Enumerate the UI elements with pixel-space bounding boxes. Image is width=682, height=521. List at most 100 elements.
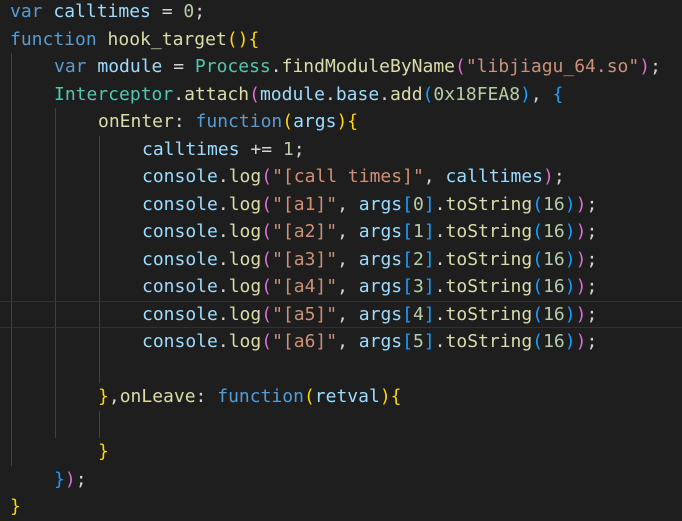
code-line-text: console.log("[a6]", args[5].toString(16)… [142, 328, 597, 356]
code-token: args [293, 111, 337, 132]
code-token: ) [575, 276, 587, 297]
code-token: , [337, 193, 359, 215]
code-token: { [347, 111, 359, 132]
code-token: "[call times]" [272, 166, 424, 187]
code-token: ; [650, 56, 661, 77]
code-token: log [228, 166, 262, 187]
code-line[interactable] [0, 411, 682, 439]
code-token: . [434, 331, 446, 352]
code-line[interactable]: },onLeave: function(retval){ [0, 383, 682, 411]
code-token: toString [445, 331, 533, 352]
code-line-text: function hook_target(){ [10, 26, 259, 54]
code-token: [ [402, 221, 413, 242]
code-token: += [239, 138, 283, 160]
code-line[interactable]: console.log("[a3]", args[2].toString(16)… [0, 246, 682, 274]
code-token: ( [532, 303, 544, 325]
code-token: [ [402, 331, 413, 352]
code-token: . [434, 221, 446, 242]
code-token: calltimes [142, 138, 240, 160]
code-token: ( [532, 276, 544, 297]
code-token: ] [423, 248, 435, 270]
code-token: . [434, 303, 446, 325]
code-token: module [259, 83, 325, 105]
code-token: ; [586, 193, 598, 215]
code-token: 3 [412, 276, 424, 297]
code-token: ) [564, 303, 576, 325]
code-token: ) [564, 221, 576, 242]
code-line[interactable]: console.log("[a4]", args[3].toString(16)… [0, 273, 682, 301]
code-token: ; [194, 1, 206, 22]
code-token: { [248, 28, 260, 50]
code-token: ] [423, 331, 435, 352]
code-token: ( [532, 193, 544, 215]
code-token: ] [423, 221, 435, 242]
code-token: () [226, 28, 249, 50]
code-token: Interceptor [54, 83, 174, 105]
code-line-text: onEnter: function(args){ [98, 108, 358, 136]
code-token: args [358, 276, 403, 297]
code-line[interactable]: calltimes += 1; [0, 136, 682, 164]
code-token: "[a1]" [272, 193, 338, 215]
code-line[interactable]: Interceptor.attach(module.base.add(0x18F… [0, 81, 682, 109]
code-line-text: var module = Process.findModuleByName("l… [54, 53, 661, 81]
code-token: , [530, 83, 553, 105]
code-token: module [97, 56, 163, 77]
code-token: 16 [543, 331, 565, 352]
code-token: args [358, 303, 403, 325]
code-token: ) [575, 331, 587, 352]
code-token: console [142, 193, 218, 215]
code-token: ) [564, 193, 576, 215]
code-token: 16 [543, 221, 565, 242]
code-token: "libjiagu_64.so" [465, 56, 640, 77]
code-token: , [337, 276, 359, 297]
code-token: toString [445, 303, 533, 325]
code-line[interactable]: } [0, 493, 682, 521]
code-line[interactable]: console.log("[a5]", args[4].toString(16)… [0, 301, 682, 329]
code-token: ) [379, 386, 391, 407]
code-token: console [142, 331, 218, 352]
code-token: ) [564, 276, 576, 297]
code-token: ( [532, 248, 544, 270]
code-token: ( [261, 276, 273, 297]
code-line[interactable]: }); [0, 466, 682, 494]
code-line[interactable]: console.log("[a1]", args[0].toString(16)… [0, 191, 682, 219]
code-token: ( [532, 221, 544, 242]
code-line[interactable]: console.log("[a6]", args[5].toString(16)… [0, 328, 682, 356]
code-token: calltimes [53, 1, 151, 22]
code-editor[interactable]: var calltimes = 0; function hook_target()… [0, 0, 682, 517]
code-token: console [142, 276, 218, 297]
code-token: 1 [412, 221, 424, 242]
code-token: function [195, 111, 283, 132]
code-token: 2 [412, 248, 424, 270]
code-token: { [552, 83, 564, 105]
code-token: ) [543, 166, 554, 187]
code-line[interactable]: console.log("[call times]", calltimes); [0, 163, 682, 191]
code-line[interactable] [0, 356, 682, 384]
code-token: 0 [412, 193, 424, 215]
code-line[interactable]: var calltimes = 0; [0, 0, 682, 26]
code-token: ) [64, 468, 76, 490]
code-token: . [324, 83, 336, 105]
code-token: , [337, 248, 359, 270]
code-token: . [217, 276, 229, 297]
code-line[interactable]: onEnter: function(args){ [0, 108, 682, 136]
code-token: = [162, 56, 195, 77]
code-token: [ [402, 193, 413, 215]
code-token: : [173, 111, 196, 132]
code-token: ) [575, 303, 587, 325]
code-line[interactable]: console.log("[a2]", args[1].toString(16)… [0, 218, 682, 246]
code-token: log [228, 276, 262, 297]
code-token: console [142, 248, 218, 270]
code-token: ( [455, 56, 466, 77]
code-token: console [142, 303, 218, 325]
code-line-text: console.log("[a3]", args[2].toString(16)… [142, 246, 597, 274]
code-line[interactable]: } [0, 438, 682, 466]
code-line-text: },onLeave: function(retval){ [98, 383, 402, 411]
code-line[interactable]: function hook_target(){ [0, 26, 682, 54]
code-line[interactable]: var module = Process.findModuleByName("l… [0, 53, 682, 81]
code-token: ( [261, 193, 273, 215]
code-line-text: } [10, 493, 21, 521]
code-token: ) [639, 56, 651, 77]
